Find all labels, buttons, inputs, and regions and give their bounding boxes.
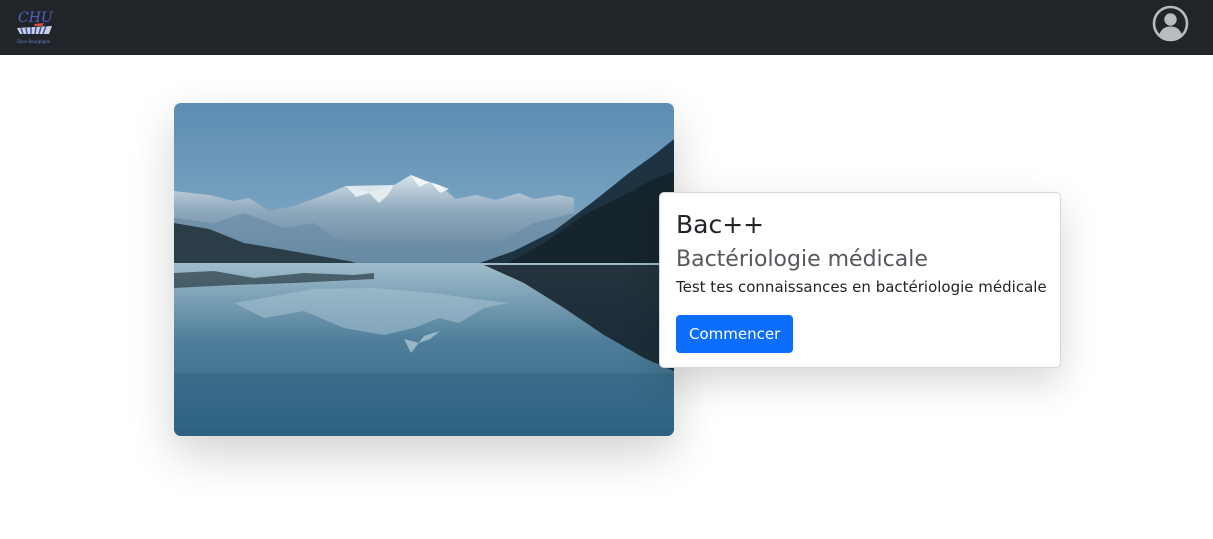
svg-text:CHU: CHU [18,10,54,26]
card-title: Bac++ [676,210,765,239]
chu-logo[interactable]: CHU Dijon Bourgogne [14,8,56,46]
quiz-card: Bac++ Bactériologie médicale Test tes co… [659,192,1061,368]
card-description: Test tes connaissances en bactériologie … [676,278,1047,296]
card-subtitle: Bactériologie médicale [676,247,928,272]
user-avatar[interactable] [1152,5,1189,42]
start-button[interactable]: Commencer [676,315,794,353]
svg-text:Dijon Bourgogne: Dijon Bourgogne [17,39,51,44]
chu-logo-icon: CHU Dijon Bourgogne [17,10,54,44]
user-circle-icon [1152,5,1189,42]
top-navbar: CHU Dijon Bourgogne [0,0,1213,55]
mountain-lake-image [174,103,674,436]
